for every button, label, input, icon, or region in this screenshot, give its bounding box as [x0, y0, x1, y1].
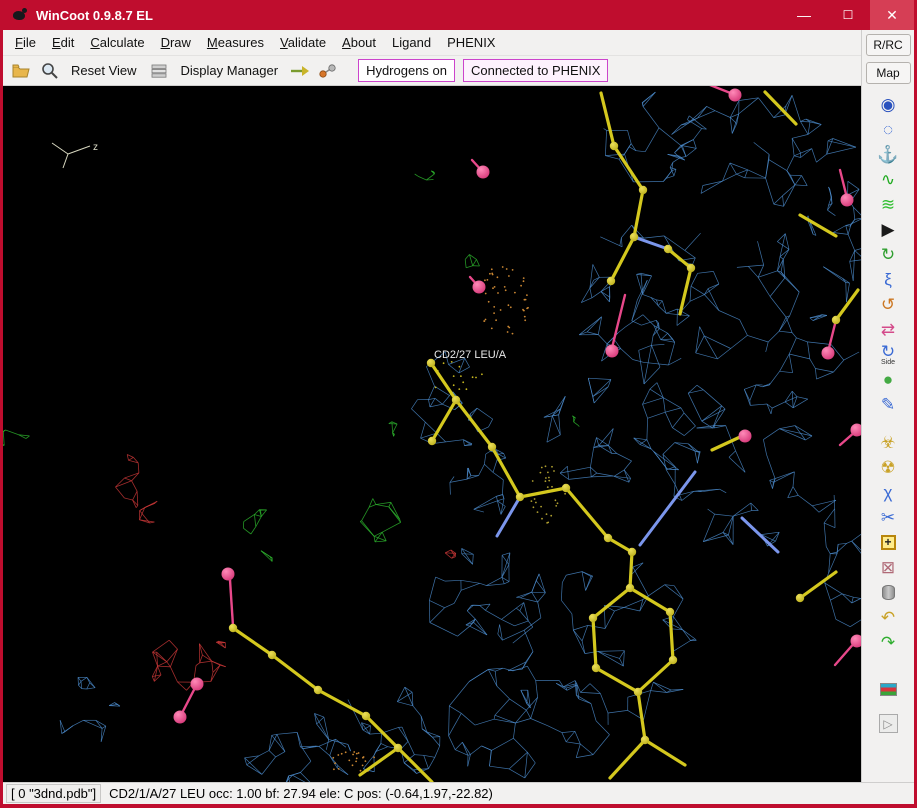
viewport-canvas[interactable]: z CD2/27 LEU/A — [3, 86, 861, 782]
modelling-tool-strip: ◉◌⚓∿≋▶↻ξ↺⇄↻Side●✎ ☣☢χ✂+⊠ ↶↷ ▷ — [862, 92, 914, 736]
hydrogens-toggle-button[interactable]: Hydrogens on — [358, 59, 455, 82]
titlebar: WinCoot 0.9.8.7 EL — ☐ ✕ — [3, 0, 914, 30]
toolbar: Reset View Display Manager Hydrogens on … — [3, 56, 861, 86]
open-folder-icon[interactable] — [9, 59, 33, 83]
window-title: WinCoot 0.9.8.7 EL — [36, 8, 782, 23]
regularize-zone-button[interactable]: ≋ — [862, 192, 914, 217]
status-molecule: [ 0 "3dnd.pdb"] — [6, 784, 101, 803]
rrc-button[interactable]: R/RC — [866, 34, 911, 56]
undo-button[interactable]: ↶ — [862, 605, 914, 630]
rotate-translate-button[interactable]: ↻ — [862, 242, 914, 267]
reset-view-button[interactable]: Reset View — [65, 60, 143, 81]
minimize-button[interactable]: — — [782, 0, 826, 30]
maximize-button[interactable]: ☐ — [826, 0, 870, 30]
redo-button[interactable]: ↷ — [862, 630, 914, 655]
menu-calculate[interactable]: Calculate — [82, 31, 152, 54]
flag-button[interactable] — [862, 677, 914, 702]
phenix-connection-button[interactable]: Connected to PHENIX — [463, 59, 608, 82]
delete-item-button[interactable]: ⊠ — [862, 555, 914, 580]
clear-pending-button[interactable] — [862, 580, 914, 605]
dotted-sphere-button[interactable]: ◌ — [862, 117, 914, 142]
molecule-icon[interactable] — [316, 59, 340, 83]
cis-trans-button[interactable]: ✂ — [862, 505, 914, 530]
edit-chi-angles-button[interactable]: χ — [862, 480, 914, 505]
axis-z-label: z — [93, 142, 98, 153]
right-sidebar: R/RC Map ◉◌⚓∿≋▶↻ξ↺⇄↻Side●✎ ☣☢χ✂+⊠ ↶↷ ▷ — [861, 30, 914, 782]
flip-peptide-button[interactable]: ⇄ — [862, 317, 914, 342]
auto-fit-rotamer-button[interactable]: ξ — [862, 267, 914, 292]
menu-file[interactable]: File — [7, 31, 44, 54]
display-manager-icon[interactable] — [147, 59, 171, 83]
residue-label: CD2/27 LEU/A — [434, 349, 507, 361]
map-button[interactable]: Map — [866, 62, 911, 84]
wincoot-window: WinCoot 0.9.8.7 EL — ☐ ✕ FileEditCalcula… — [0, 0, 917, 808]
status-atom-info: CD2/1/A/27 LEU occ: 1.00 bf: 27.94 ele: … — [109, 786, 493, 801]
rotamers-button[interactable]: ↺ — [862, 292, 914, 317]
add-atom-button[interactable]: + — [862, 530, 914, 555]
simple-mutate-button[interactable]: ☢ — [862, 455, 914, 480]
magnifier-icon[interactable] — [37, 59, 61, 83]
add-terminal-residue-button[interactable]: ● — [862, 367, 914, 392]
mutate-residue-button[interactable]: ☣ — [862, 430, 914, 455]
display-manager-label: Display Manager — [181, 63, 279, 78]
menu-about[interactable]: About — [334, 31, 384, 54]
view-sphere-button[interactable]: ◉ — [862, 92, 914, 117]
display-manager-button[interactable]: Display Manager — [175, 60, 285, 81]
run-button[interactable]: ▷ — [862, 711, 914, 736]
viewport[interactable]: z CD2/27 LEU/A — [3, 86, 861, 782]
close-button[interactable]: ✕ — [870, 0, 914, 30]
side-chain-180-button[interactable]: ↻Side — [862, 342, 914, 367]
app-icon — [11, 8, 29, 22]
menu-measures[interactable]: Measures — [199, 31, 272, 54]
reset-view-label: Reset View — [71, 63, 137, 78]
go-to-atom-icon[interactable] — [288, 59, 312, 83]
menubar: FileEditCalculateDrawMeasuresValidateAbo… — [3, 30, 861, 56]
axes-indicator: z — [52, 142, 98, 168]
real-space-refine-button[interactable]: ∿ — [862, 167, 914, 192]
menu-validate[interactable]: Validate — [272, 31, 334, 54]
anchor-button[interactable]: ⚓ — [862, 142, 914, 167]
menu-edit[interactable]: Edit — [44, 31, 82, 54]
statusbar: [ 0 "3dnd.pdb"] CD2/1/A/27 LEU occ: 1.00… — [3, 782, 914, 804]
rigid-body-fit-button[interactable]: ▶ — [862, 217, 914, 242]
menu-draw[interactable]: Draw — [153, 31, 199, 54]
menu-phenix[interactable]: PHENIX — [439, 31, 503, 54]
menu-ligand[interactable]: Ligand — [384, 31, 439, 54]
edit-backbone-button[interactable]: ✎ — [862, 392, 914, 417]
